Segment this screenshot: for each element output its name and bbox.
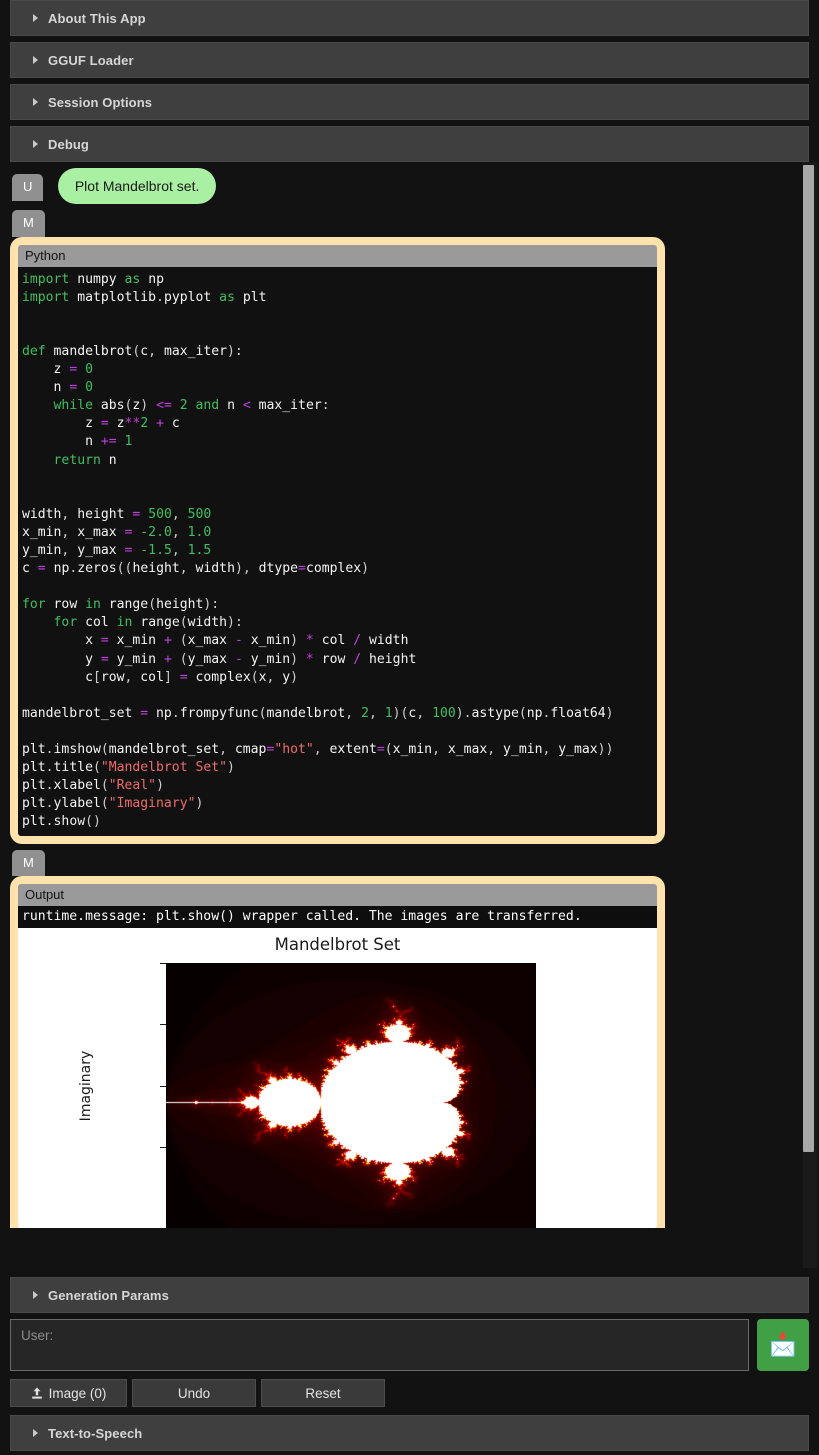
chart-title: Mandelbrot Set xyxy=(274,935,401,955)
mandelbrot-image xyxy=(166,963,536,1229)
code-language-label: Python xyxy=(18,244,657,267)
user-message-bubble: Plot Mandelbrot set. xyxy=(57,168,217,204)
composer-row: 📩 xyxy=(10,1319,809,1371)
bottom-section: Generation Params 📩 Image (0) Undo Reset xyxy=(0,1277,819,1455)
app-root: About This App GGUF Loader Session Optio… xyxy=(0,0,819,1455)
accordion-about-this-app[interactable]: About This App xyxy=(10,0,809,36)
code-card: Python import numpy as np import matplot… xyxy=(10,236,665,844)
accordion-label: Session Options xyxy=(48,94,153,110)
accordion-gguf-loader[interactable]: GGUF Loader xyxy=(10,42,809,78)
matplotlib-figure: Mandelbrot Set Imaginary 1.5 1.0 0.5 0.0 xyxy=(18,928,657,1229)
chat-message-assistant-output: M Output runtime.message: plt.show() wra… xyxy=(0,849,819,1229)
undo-label: Undo xyxy=(177,1385,211,1401)
chat-scrollbar-thumb[interactable] xyxy=(803,165,814,1152)
send-button[interactable]: 📩 xyxy=(757,1319,809,1371)
accordion-text-to-speech[interactable]: Text-to-Speech xyxy=(10,1415,809,1451)
avatar-user: U xyxy=(12,174,44,201)
envelope-incoming-icon: 📩 xyxy=(769,1332,797,1357)
reset-label: Reset xyxy=(305,1385,341,1401)
chevron-right-icon xyxy=(33,14,38,22)
chart-ylabel: Imaginary xyxy=(78,1050,94,1122)
code-block[interactable]: import numpy as np import matplotlib.pyp… xyxy=(18,266,657,836)
output-body: runtime.message: plt.show() wrapper call… xyxy=(18,906,657,1229)
accordion-label: About This App xyxy=(48,10,146,26)
accordion-generation-params[interactable]: Generation Params xyxy=(10,1277,809,1313)
chevron-right-icon xyxy=(33,1429,38,1437)
accordion-label: Text-to-Speech xyxy=(48,1425,143,1441)
output-label: Output xyxy=(18,884,657,907)
user-input[interactable] xyxy=(10,1319,749,1371)
accordion-session-options[interactable]: Session Options xyxy=(10,84,809,120)
chevron-right-icon xyxy=(33,98,38,106)
composer-button-row: Image (0) Undo Reset xyxy=(10,1379,809,1407)
chat-message-user: U Plot Mandelbrot set. xyxy=(0,162,819,204)
chevron-right-icon xyxy=(33,140,38,148)
upload-image-label: Image (0) xyxy=(48,1385,107,1401)
chat-message-assistant-code: M Python import numpy as np import matpl… xyxy=(0,210,819,844)
avatar-assistant: M xyxy=(12,849,45,877)
runtime-message: runtime.message: plt.show() wrapper call… xyxy=(18,906,657,929)
top-accordion-group: About This App GGUF Loader Session Optio… xyxy=(0,0,819,162)
chart-plot-area xyxy=(166,963,536,1229)
chat-scroll-area[interactable]: U Plot Mandelbrot set. M Python import n… xyxy=(0,162,819,1268)
accordion-label: Debug xyxy=(48,136,89,152)
chevron-right-icon xyxy=(33,1291,38,1299)
chevron-right-icon xyxy=(33,56,38,64)
upload-icon xyxy=(31,1387,42,1399)
chat-scrollbar-track[interactable] xyxy=(803,162,817,1268)
accordion-label: GGUF Loader xyxy=(48,52,134,68)
upload-image-button[interactable]: Image (0) xyxy=(10,1379,127,1407)
accordion-debug[interactable]: Debug xyxy=(10,126,809,162)
accordion-label: Generation Params xyxy=(48,1287,169,1303)
avatar-assistant: M xyxy=(12,210,45,237)
reset-button[interactable]: Reset xyxy=(261,1379,385,1407)
undo-button[interactable]: Undo xyxy=(132,1379,256,1407)
output-card: Output runtime.message: plt.show() wrapp… xyxy=(10,876,665,1229)
